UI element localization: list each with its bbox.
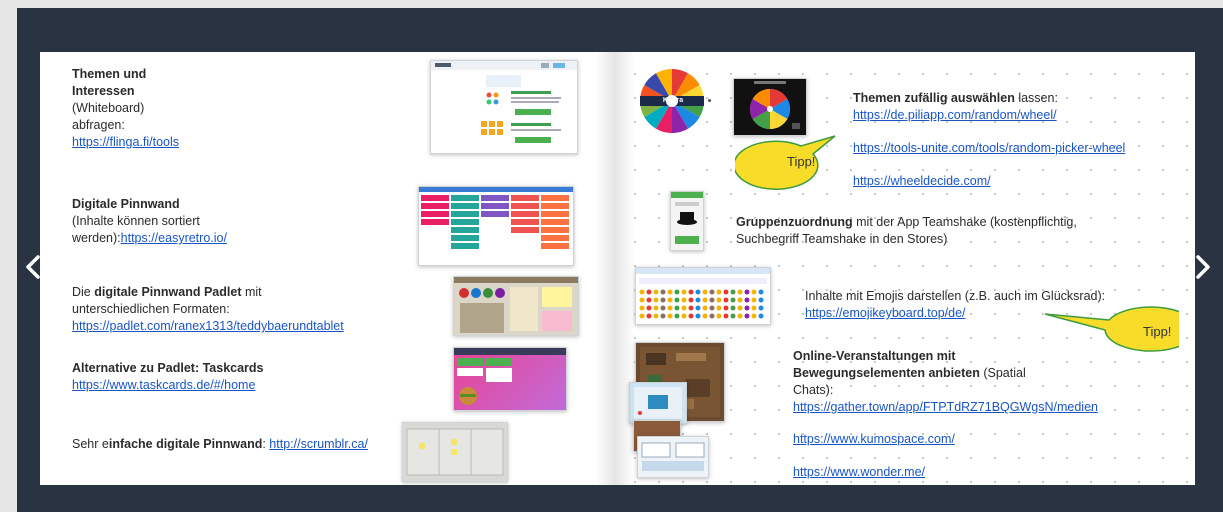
label: Inhalte mit Emojis darstellen (z.B. auch… [805,289,1106,303]
padlet-link[interactable]: https://padlet.com/ranex1313/teddybaerun… [72,319,344,333]
label: Online-Veranstaltungen mit [793,349,956,363]
book-gutter [595,52,635,485]
section-padlet: Die digitale Pinnwand Padlet mit untersc… [72,284,344,335]
chevron-right-icon [1196,255,1210,279]
section-easyretro: Digitale Pinnwand (Inhalte können sortie… [72,196,227,247]
label: abfragen: [72,118,125,132]
piliapp-link[interactable]: https://de.piliapp.com/random/wheel/ [853,108,1057,122]
right-page: Kobra Themen zufällig auswählen lassen: … [615,52,1195,485]
next-page-button[interactable] [1194,255,1212,279]
kumospace-link[interactable]: https://www.kumospace.com/ [793,431,955,448]
scrumblr-link[interactable]: http://scrumblr.ca/ [269,437,368,451]
wheel-label: Kobra [662,97,684,104]
wonder-link[interactable]: https://www.wonder.me/ [793,464,925,481]
label: lassen: [1014,91,1058,105]
flinga-link[interactable]: https://flinga.fi/tools [72,135,179,149]
taskcards-screenshot [453,347,567,411]
padlet-thumbnail-graphic [454,277,578,333]
heading: Digitale Pinnwand [72,197,180,211]
emoji-keyboard-thumbnail-graphic [636,268,770,319]
label: mit [241,285,262,299]
tools-unite-link[interactable]: https://tools-unite.com/tools/random-pic… [853,140,1125,157]
emoji-keyboard-screenshot [635,267,771,325]
emojikeyboard-link[interactable]: https://emojikeyboard.top/de/ [805,306,966,320]
teamshake-thumbnail-graphic [671,192,703,244]
section-random-topics: Themen zufällig auswählen lassen: https:… [853,90,1058,124]
label: digitale Pinnwand Padlet [94,285,242,299]
left-page: Themen und Interessen (Whiteboard) abfra… [40,52,615,485]
label: (Inhalte können sortiert [72,214,200,228]
easyretro-link[interactable]: https://easyretro.io/ [121,231,227,245]
label: Bewegungselementen anbieten [793,366,980,380]
label: mit der App Teamshake (kostenpflichtig, [852,215,1077,229]
label: (Spatial [979,366,1026,380]
taskcards-thumbnail-graphic [454,348,566,405]
easyretro-screenshot [418,186,574,266]
wheeldecide-link[interactable]: https://wheeldecide.com/ [853,173,991,190]
gather-town-screenshot-2 [629,382,687,424]
tip-label-2: Tipp! [1143,324,1172,339]
label: Die [72,285,95,299]
flinga-screenshot [430,60,578,154]
gather-thumbnail-graphic-2 [634,387,682,419]
piliapp-thumbnail-graphic [750,81,800,129]
label: werden): [72,231,121,245]
section-teamshake: Gruppenzuordnung mit der App Teamshake (… [736,214,1077,248]
label: Suchbegriff Teamshake in den Stores) [736,232,948,246]
book-spread: Themen und Interessen (Whiteboard) abfra… [40,52,1195,485]
section-taskcards: Alternative zu Padlet: Taskcards https:/… [72,360,264,394]
label: Themen zufällig auswählen [853,91,1015,105]
flinga-thumbnail-graphic [431,61,577,143]
taskcards-link[interactable]: https://www.taskcards.de/#/home [72,378,255,392]
section-scrumblr: Sehr einfache digitale Pinnwand: http://… [72,436,368,453]
label: Sehr e [72,437,109,451]
label: infache digitale Pinnwand [108,437,263,451]
scrumblr-screenshot [402,422,508,482]
label: Gruppenzuordnung [736,215,853,229]
heading: Alternative zu Padlet: Taskcards [72,361,264,375]
padlet-screenshot [453,276,579,336]
piliapp-wheel-screenshot [733,78,807,136]
heading: Themen und [72,67,147,81]
gather-town-link[interactable]: https://gather.town/app/FTPTdRZ71BQGWgsN… [793,400,1098,414]
section-flinga: Themen und Interessen (Whiteboard) abfra… [72,66,179,151]
label: unterschiedlichen Formaten: [72,302,230,316]
easyretro-thumbnail-graphic [419,187,573,249]
teamshake-screenshot [670,191,704,251]
label: (Whiteboard) [72,101,145,115]
kumospace-thumbnail-graphic [641,442,705,471]
section-spatial-chats: Online-Veranstaltungen mit Bewegungselem… [793,348,1098,416]
tip-label-1: Tipp! [787,154,816,169]
label: Chats): [793,383,834,397]
bullet-dot [708,99,711,102]
kumospace-screenshot [637,436,709,478]
scrumblr-thumbnail-graphic [406,428,504,476]
heading: Interessen [72,84,135,98]
